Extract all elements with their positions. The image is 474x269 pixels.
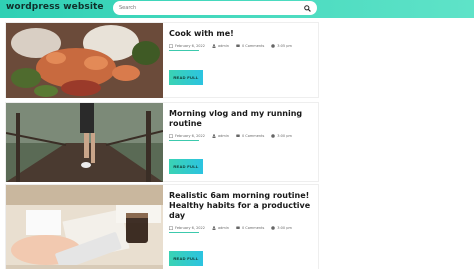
meta-underline	[169, 232, 199, 233]
user-icon	[212, 226, 216, 230]
post-time: 3:00 pm	[277, 226, 292, 230]
post-thumbnail[interactable]	[6, 23, 163, 98]
running-image	[6, 103, 163, 182]
post-time: 3:00 pm	[277, 134, 292, 138]
post-date: February 6, 2022	[175, 226, 205, 230]
search-icon[interactable]	[304, 4, 311, 12]
calendar-icon	[169, 134, 173, 138]
read-full-button[interactable]: READ FULL	[169, 159, 203, 174]
clock-icon	[271, 226, 276, 230]
calendar-icon	[169, 44, 173, 48]
post-title[interactable]: Morning vlog and my running routine	[169, 109, 319, 129]
post-comments[interactable]: 0 Comments	[242, 44, 264, 48]
post-content: Cook with me! February 6, 2022 admin 0 C…	[169, 29, 319, 85]
post-card: Morning vlog and my running routine Febr…	[5, 102, 319, 182]
desk-image	[6, 185, 163, 269]
post-author[interactable]: admin	[218, 226, 229, 230]
post-content: Morning vlog and my running routine Febr…	[169, 109, 319, 174]
read-full-button[interactable]: READ FULL	[169, 251, 203, 266]
post-time: 3:05 pm	[277, 44, 292, 48]
comments-icon	[236, 44, 240, 47]
post-meta: February 6, 2022 admin 0 Comments 3:00 p…	[169, 226, 319, 230]
post-comments[interactable]: 0 Comments	[242, 226, 264, 230]
post-comments[interactable]: 0 Comments	[242, 134, 264, 138]
site-title[interactable]: wordpress website	[6, 2, 104, 12]
post-thumbnail[interactable]	[6, 103, 163, 182]
post-card: Cook with me! February 6, 2022 admin 0 C…	[5, 22, 319, 98]
post-meta: February 6, 2022 admin 0 Comments 3:00 p…	[169, 134, 319, 138]
comments-icon	[236, 134, 240, 137]
post-card: Realistic 6am morning routine! Healthy h…	[5, 184, 319, 269]
comments-icon	[236, 226, 240, 229]
search-input[interactable]	[119, 5, 304, 11]
meta-underline	[169, 50, 199, 51]
post-author[interactable]: admin	[218, 134, 229, 138]
site-header: wordpress website	[0, 0, 474, 18]
user-icon	[212, 134, 216, 138]
post-date: February 6, 2022	[175, 134, 205, 138]
clock-icon	[271, 134, 276, 138]
meta-underline	[169, 140, 199, 141]
post-date: February 6, 2022	[175, 44, 205, 48]
post-content: Realistic 6am morning routine! Healthy h…	[169, 191, 319, 266]
clock-icon	[271, 44, 276, 48]
post-meta: February 6, 2022 admin 0 Comments 3:05 p…	[169, 44, 319, 48]
search-box[interactable]	[113, 1, 317, 15]
post-title[interactable]: Realistic 6am morning routine! Healthy h…	[169, 191, 319, 221]
read-full-button[interactable]: READ FULL	[169, 70, 203, 85]
post-thumbnail[interactable]	[6, 185, 163, 269]
user-icon	[212, 44, 216, 48]
post-title[interactable]: Cook with me!	[169, 29, 319, 39]
food-image	[6, 23, 163, 98]
calendar-icon	[169, 226, 173, 230]
post-author[interactable]: admin	[218, 44, 229, 48]
